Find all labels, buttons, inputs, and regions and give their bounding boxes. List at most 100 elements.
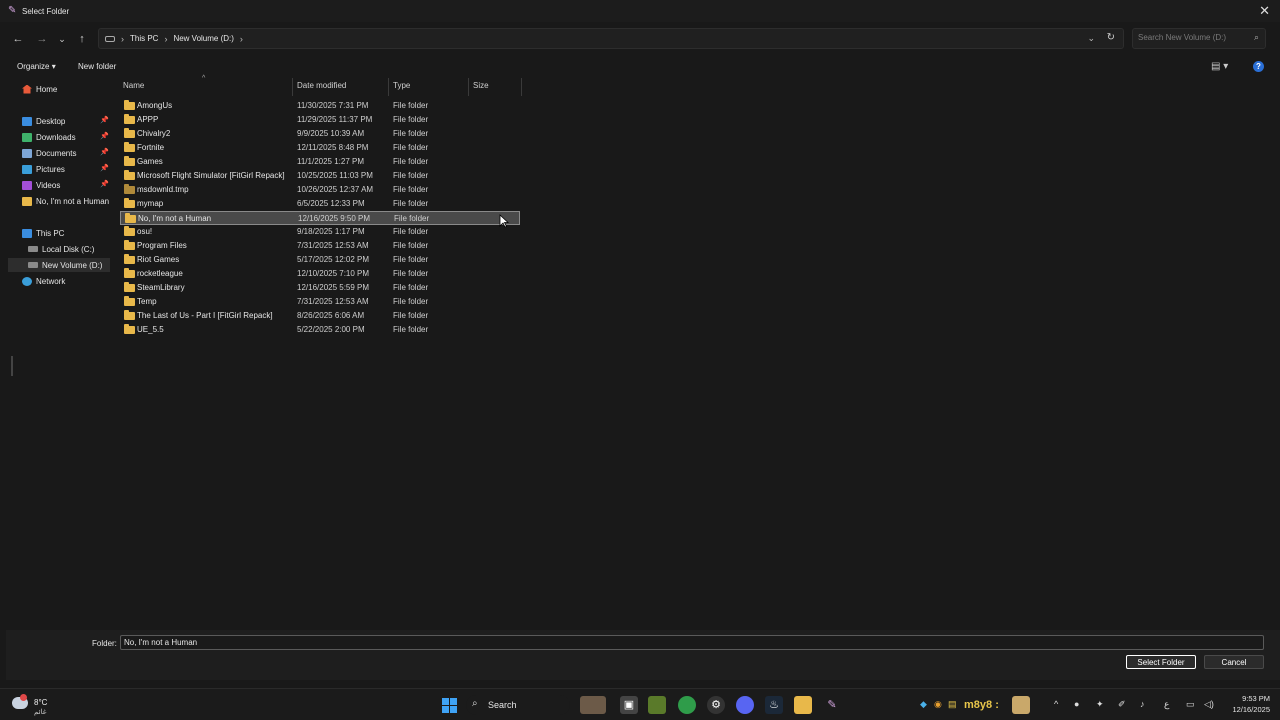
- sidebar-item-desktop[interactable]: Desktop: [22, 114, 65, 128]
- breadcrumb-new-volume[interactable]: New Volume (D:): [173, 34, 233, 43]
- file-name: Fortnite: [137, 143, 165, 152]
- microphone-icon[interactable]: ♪: [1140, 699, 1145, 709]
- address-bar[interactable]: › This PC › New Volume (D:) › ⌄ ↻: [98, 28, 1124, 49]
- view-options-icon[interactable]: ▤ ▾: [1211, 61, 1228, 72]
- clock-date: 12/16/2025: [1232, 705, 1270, 714]
- back-icon[interactable]: ←: [10, 31, 26, 47]
- app-icon[interactable]: ⚙: [707, 696, 725, 714]
- task-view-icon[interactable]: ▣: [620, 696, 638, 714]
- column-divider[interactable]: [521, 78, 522, 96]
- table-row[interactable]: Riot Games 5/17/2025 12:02 PM File folder: [120, 253, 520, 267]
- column-header-date[interactable]: Date modified: [297, 81, 346, 90]
- cancel-button[interactable]: Cancel: [1204, 655, 1264, 669]
- sidebar-item-downloads[interactable]: Downloads: [22, 130, 76, 144]
- table-row[interactable]: rocketleague 12/10/2025 7:10 PM File folde…: [120, 267, 520, 281]
- file-name: UE_5.5: [137, 325, 164, 334]
- table-row[interactable]: osu! 9/18/2025 1:17 PM File folder: [120, 225, 520, 239]
- table-row[interactable]: Chivalry2 9/9/2025 10:39 AM File folder: [120, 127, 520, 141]
- address-dropdown-icon[interactable]: ⌄: [1087, 33, 1095, 44]
- tray-avatar[interactable]: [1012, 696, 1030, 714]
- file-name: Program Files: [137, 241, 187, 250]
- file-name: Temp: [137, 297, 157, 306]
- start-button[interactable]: [440, 696, 458, 714]
- speaker-icon[interactable]: ◁): [1204, 699, 1214, 710]
- column-header-name[interactable]: Name: [123, 81, 144, 90]
- sidebar-item-local-disk-c[interactable]: Local Disk (C:): [28, 242, 94, 256]
- tray-icon[interactable]: ●: [1074, 699, 1079, 709]
- table-row[interactable]: Games 11/1/2025 1:27 PM File folder: [120, 155, 520, 169]
- file-type: File folder: [393, 269, 429, 278]
- sidebar-item-this-pc[interactable]: This PC: [22, 226, 64, 240]
- drive-icon: [105, 35, 115, 42]
- file-type: File folder: [393, 115, 429, 124]
- discord-icon[interactable]: [736, 696, 754, 714]
- chevron-right-icon[interactable]: ›: [164, 34, 167, 44]
- column-divider[interactable]: [292, 78, 293, 96]
- table-row[interactable]: UE_5.5 5/22/2025 2:00 PM File folder: [120, 323, 520, 337]
- refresh-icon[interactable]: ↻: [1107, 32, 1115, 43]
- table-row[interactable]: mymap 6/5/2025 12:33 PM File folder: [120, 197, 520, 211]
- breadcrumb-this-pc[interactable]: This PC: [130, 34, 158, 43]
- tray-app-icon[interactable]: ▤: [948, 699, 957, 710]
- language-indicator[interactable]: ع: [1164, 699, 1169, 710]
- chevron-down-icon[interactable]: ⌄: [54, 31, 70, 47]
- select-folder-button[interactable]: Select Folder: [1126, 655, 1196, 669]
- column-header-type[interactable]: Type: [393, 81, 410, 90]
- sidebar-item-videos[interactable]: Videos: [22, 178, 60, 192]
- minecraft-icon[interactable]: [648, 696, 666, 714]
- column-divider[interactable]: [388, 78, 389, 96]
- tray-app-icon[interactable]: ◉: [934, 699, 942, 710]
- close-icon[interactable]: ✕: [1259, 3, 1270, 19]
- table-row[interactable]: Program Files 7/31/2025 12:53 AM File fold…: [120, 239, 520, 253]
- chevron-right-icon[interactable]: ›: [240, 34, 243, 44]
- table-row[interactable]: Microsoft Flight Simulator [FitGirl Repa…: [120, 169, 520, 183]
- chevron-right-icon[interactable]: ›: [121, 34, 124, 44]
- widget-app-icon[interactable]: [580, 696, 606, 714]
- table-row[interactable]: No, I'm not a Human 12/16/2025 9:50 PM Fil…: [120, 211, 520, 225]
- table-row[interactable]: The Last of Us - Part I [FitGirl Repack]…: [120, 309, 520, 323]
- tray-icon[interactable]: ✦: [1096, 699, 1104, 710]
- folder-name-input[interactable]: [120, 635, 1264, 650]
- up-icon[interactable]: ↑: [74, 31, 90, 47]
- column-divider[interactable]: [468, 78, 469, 96]
- taskbar-search[interactable]: ⌕ Search: [466, 695, 570, 715]
- chevron-up-icon[interactable]: ^: [1054, 699, 1058, 709]
- help-icon[interactable]: ?: [1253, 61, 1264, 72]
- sidebar-item-network[interactable]: Network: [22, 274, 65, 288]
- table-row[interactable]: AmongUs 11/30/2025 7:31 PM File folder: [120, 99, 520, 113]
- sidebar-local-disk-label: Local Disk (C:): [42, 244, 95, 254]
- table-row[interactable]: Temp 7/31/2025 12:53 AM File folder: [120, 295, 520, 309]
- navigation-bar: ← → ⌄ ↑ › This PC › New Volume (D:) › ⌄ …: [0, 27, 1280, 51]
- weather-widget[interactable]: 8°C غائم: [10, 693, 70, 717]
- weather-condition: غائم: [34, 709, 47, 716]
- column-header-size[interactable]: Size: [473, 81, 489, 90]
- sidebar-item-no-im-not-a-human[interactable]: No, I'm not a Human: [22, 194, 109, 208]
- sidebar-home-label: Home: [36, 84, 58, 94]
- table-row[interactable]: SteamLibrary 12/16/2025 5:59 PM File folde…: [120, 281, 520, 295]
- title-bar: ✎ Select Folder ✕: [0, 0, 1280, 22]
- organize-button[interactable]: Organize ▾: [17, 62, 56, 71]
- tray-app-icon[interactable]: ◆: [920, 699, 927, 710]
- sidebar-item-new-volume-d[interactable]: New Volume (D:): [8, 258, 110, 272]
- file-type: File folder: [393, 241, 429, 250]
- network-icon[interactable]: ▭: [1186, 699, 1195, 710]
- table-row[interactable]: msdownld.tmp 10/26/2025 12:37 AM File fold…: [120, 183, 520, 197]
- chrome-icon[interactable]: [678, 696, 696, 714]
- search-icon[interactable]: ⌕: [1254, 32, 1259, 43]
- forward-icon[interactable]: →: [34, 31, 50, 47]
- clock[interactable]: 9:53 PM 12/16/2025: [1228, 693, 1270, 715]
- sidebar-item-documents[interactable]: Documents: [22, 146, 76, 160]
- sidebar-item-home[interactable]: Home: [22, 82, 57, 96]
- sidebar-scrollbar[interactable]: [11, 356, 13, 376]
- file-date-modified: 11/29/2025 11:37 PM: [297, 115, 373, 124]
- table-row[interactable]: Fortnite 12/11/2025 8:48 PM File folder: [120, 141, 520, 155]
- search-box[interactable]: ⌕: [1132, 28, 1266, 49]
- file-explorer-icon[interactable]: [794, 696, 812, 714]
- app-icon[interactable]: ✎: [823, 696, 841, 714]
- pen-icon[interactable]: ✐: [1118, 699, 1126, 710]
- table-row[interactable]: APPP 11/29/2025 11:37 PM File folder: [120, 113, 520, 127]
- new-folder-button[interactable]: New folder: [78, 62, 116, 71]
- steam-icon[interactable]: ♨: [765, 696, 783, 714]
- sidebar-item-pictures[interactable]: Pictures: [22, 162, 65, 176]
- search-input[interactable]: [1138, 33, 1248, 42]
